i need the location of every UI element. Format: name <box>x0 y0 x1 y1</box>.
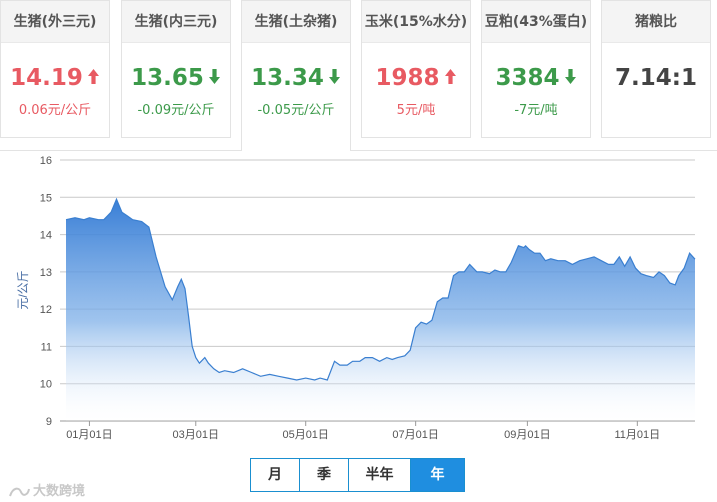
y-tick-label: 12 <box>40 304 52 316</box>
x-tick-label: 05月01日 <box>282 429 328 441</box>
period-halfyear-button[interactable]: 半年 <box>349 459 411 491</box>
x-tick-label: 01月01日 <box>66 429 112 441</box>
price-area <box>66 199 695 421</box>
arrow-down-icon <box>328 69 340 84</box>
watermark: 大数跨境 <box>8 480 85 499</box>
card-pig-neisanyuan[interactable]: 生猪(内三元) 13.65 -0.09元/公斤 <box>121 0 231 138</box>
price-cards: 生猪(外三元) 14.19 0.06元/公斤 生猪(内三元) 13.65 -0.… <box>0 0 717 151</box>
watermark-logo-icon <box>9 487 30 496</box>
card-change: -0.05元/公斤 <box>257 103 335 118</box>
card-title: 玉米(15%水分) <box>362 1 470 43</box>
x-tick-label: 07月01日 <box>392 429 438 441</box>
y-tick-label: 16 <box>40 155 52 167</box>
card-title: 生猪(内三元) <box>122 1 230 43</box>
y-tick-label: 13 <box>40 267 52 279</box>
y-tick-label: 9 <box>46 416 52 428</box>
card-title: 豆粕(43%蛋白) <box>482 1 590 43</box>
card-change: -0.09元/公斤 <box>137 103 215 118</box>
x-tick-label: 03月01日 <box>173 429 219 441</box>
card-corn[interactable]: 玉米(15%水分) 1988 5元/吨 <box>361 0 471 138</box>
period-selector: 月 季 半年 年 <box>250 458 465 492</box>
period-year-button[interactable]: 年 <box>411 459 464 491</box>
card-title: 生猪(外三元) <box>1 1 109 43</box>
card-pig-tuzazhu[interactable]: 生猪(土杂猪) 13.34 -0.05元/公斤 <box>241 0 351 151</box>
period-month-button[interactable]: 月 <box>251 459 300 491</box>
card-value: 13.34 <box>242 63 350 93</box>
card-value: 7.14:1 <box>615 65 697 91</box>
period-quarter-button[interactable]: 季 <box>300 459 349 491</box>
arrow-down-icon <box>208 69 220 84</box>
y-tick-label: 14 <box>40 230 52 242</box>
card-soybean-meal[interactable]: 豆粕(43%蛋白) 3384 -7元/吨 <box>481 0 591 138</box>
x-tick-label: 09月01日 <box>504 429 550 441</box>
card-pig-grain-ratio[interactable]: 猪粮比 7.14:1 <box>601 0 711 138</box>
card-change: 0.06元/公斤 <box>18 103 92 118</box>
y-axis-label: 元/公斤 <box>16 270 30 309</box>
card-value: 1988 <box>362 63 470 93</box>
arrow-up-icon <box>444 69 456 84</box>
x-tick-label: 11月01日 <box>614 429 660 441</box>
card-title: 生猪(土杂猪) <box>242 1 350 43</box>
y-tick-label: 10 <box>40 379 52 391</box>
y-tick-label: 15 <box>40 192 52 204</box>
card-value: 13.65 <box>122 63 230 93</box>
card-value: 14.19 <box>1 63 109 93</box>
arrow-down-icon <box>564 69 576 84</box>
card-change: -7元/吨 <box>514 103 558 118</box>
card-title: 猪粮比 <box>602 1 710 43</box>
price-chart: 9 10 11 12 13 14 15 16 01月01日 03月01日 05月01日 07月01日… <box>16 155 696 441</box>
y-tick-label: 11 <box>41 341 52 353</box>
card-value: 3384 <box>482 63 590 93</box>
card-change: 5元/吨 <box>396 103 436 118</box>
arrow-up-icon <box>87 69 99 84</box>
card-pig-waisanyuan[interactable]: 生猪(外三元) 14.19 0.06元/公斤 <box>0 0 110 138</box>
